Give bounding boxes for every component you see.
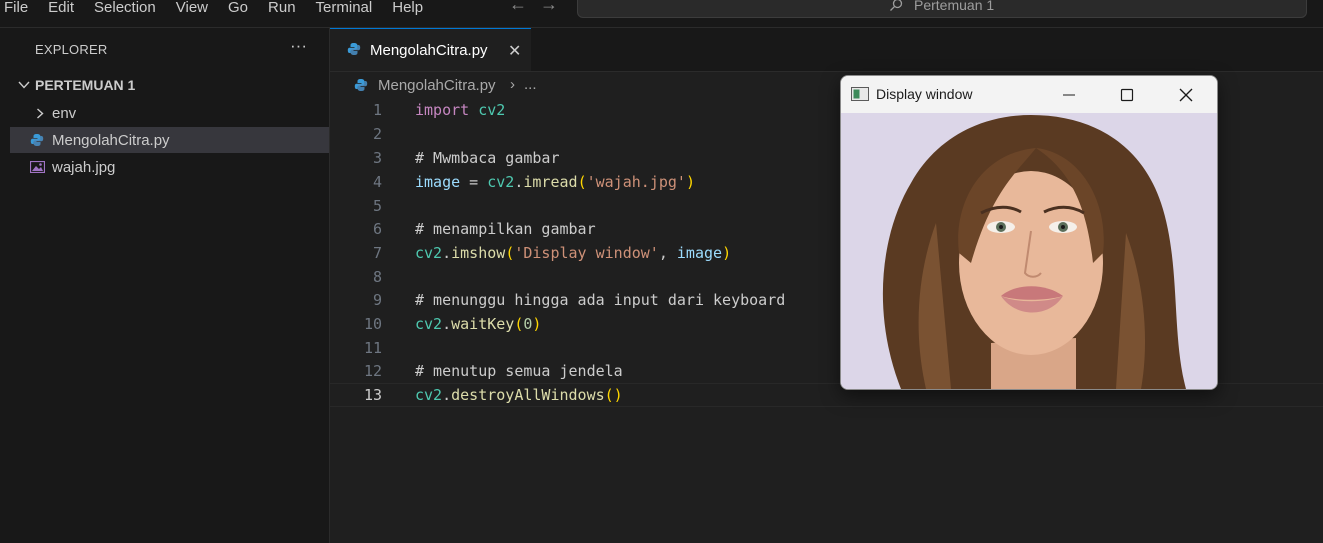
code-comment: # Mwmbaca gambar (415, 149, 560, 167)
code-token: () (604, 386, 623, 404)
explorer-title: EXPLORER (35, 42, 108, 57)
tree-item-label: MengolahCitra.py (52, 132, 170, 149)
tree-item-wajah[interactable]: wajah.jpg (10, 154, 329, 180)
line-number: 13 (363, 386, 382, 404)
display-window-title: Display window (876, 86, 973, 102)
tab-bar: MengolahCitra.py ✕ (330, 28, 1323, 72)
code-token: destroyAllWindows (451, 386, 605, 404)
line-number: 6 (372, 220, 382, 238)
code-token: 'wajah.jpg' (586, 173, 686, 191)
code-comment: # menunggu hingga ada input dari keyboar… (415, 291, 786, 309)
menu-help[interactable]: Help (392, 0, 423, 16)
python-file-icon (347, 43, 361, 55)
display-window[interactable]: Display window (840, 75, 1218, 390)
python-file-icon (30, 134, 44, 146)
code-token: . (442, 244, 452, 262)
menu-edit[interactable]: Edit (48, 0, 74, 16)
minimize-icon[interactable] (1060, 86, 1078, 104)
code-token: , (658, 244, 677, 262)
line-number: 10 (363, 315, 382, 333)
line-number: 9 (372, 291, 382, 309)
code-token: ) (685, 173, 695, 191)
menu-run[interactable]: Run (268, 0, 296, 16)
command-center-label: Pertemuan 1 (914, 0, 995, 13)
face-photo (841, 113, 1217, 389)
line-number: 8 (372, 268, 382, 286)
code-token: . (442, 315, 452, 333)
line-number: 2 (372, 125, 382, 143)
tree-item-env[interactable]: env (10, 100, 329, 126)
code-token: image (676, 244, 723, 262)
code-token: cv2 (415, 315, 443, 333)
chevron-down-icon (18, 81, 30, 89)
code-token: imread (523, 173, 578, 191)
code-token: cv2 (487, 173, 515, 191)
line-number: 5 (372, 197, 382, 215)
display-window-titlebar[interactable]: Display window (841, 76, 1217, 113)
line-number: 4 (372, 173, 382, 191)
explorer-sidebar: EXPLORER ··· PERTEMUAN 1 env MengolahCit… (10, 28, 330, 543)
more-actions-icon[interactable]: ··· (290, 36, 307, 56)
code-token: ) (532, 315, 542, 333)
line-number: 12 (363, 362, 382, 380)
code-comment: # menutup semua jendela (415, 362, 623, 380)
chevron-right-icon (37, 108, 44, 119)
image-file-icon (30, 161, 45, 173)
close-icon[interactable] (1177, 86, 1195, 104)
tab-mengolahcitra[interactable]: MengolahCitra.py ✕ (330, 28, 531, 71)
code-token: cv2 (478, 101, 506, 119)
menu-bar: File Edit Selection View Go Run Terminal… (4, 0, 443, 18)
code-token: . (442, 386, 452, 404)
forward-arrow-icon[interactable]: → (540, 0, 558, 15)
code-token: cv2 (415, 386, 443, 404)
code-token: ) (722, 244, 732, 262)
code-token: waitKey (451, 315, 515, 333)
code-token: cv2 (415, 244, 443, 262)
tree-item-label: env (52, 105, 77, 122)
menu-go[interactable]: Go (228, 0, 248, 16)
code-token: import (415, 101, 470, 119)
window-app-icon (851, 87, 869, 101)
search-icon (890, 0, 903, 11)
code-token: ( (505, 244, 515, 262)
line-number: 1 (372, 101, 382, 119)
close-tab-icon[interactable]: ✕ (508, 41, 521, 61)
code-token: ( (577, 173, 587, 191)
breadcrumb-symbols[interactable]: ... (524, 76, 537, 93)
menu-terminal[interactable]: Terminal (316, 0, 373, 16)
menu-view[interactable]: View (176, 0, 208, 16)
folder-pertemuan-1[interactable]: PERTEMUAN 1 (10, 74, 329, 96)
code-token: = (460, 173, 488, 191)
line-number: 3 (372, 149, 382, 167)
python-file-icon (354, 79, 368, 91)
code-token: imshow (451, 244, 506, 262)
command-center-search[interactable]: Pertemuan 1 (577, 0, 1307, 18)
breadcrumb-file[interactable]: MengolahCitra.py (378, 77, 496, 94)
tree-item-label: wajah.jpg (52, 159, 116, 176)
menu-file[interactable]: File (4, 0, 28, 16)
tab-label: MengolahCitra.py (370, 42, 488, 59)
code-comment: # menampilkan gambar (415, 220, 596, 238)
code-token: image (415, 173, 461, 191)
line-number: 7 (372, 244, 382, 262)
folder-label: PERTEMUAN 1 (35, 77, 136, 93)
maximize-icon[interactable] (1118, 86, 1136, 104)
tree-item-mengolahcitra[interactable]: MengolahCitra.py (10, 127, 329, 153)
code-token: 'Display window' (514, 244, 659, 262)
title-bar: File Edit Selection View Go Run Terminal… (0, 0, 1323, 28)
breadcrumb-separator: › (510, 76, 515, 93)
line-number: 11 (363, 339, 382, 357)
menu-selection[interactable]: Selection (94, 0, 156, 16)
back-arrow-icon[interactable]: ← (509, 0, 527, 15)
